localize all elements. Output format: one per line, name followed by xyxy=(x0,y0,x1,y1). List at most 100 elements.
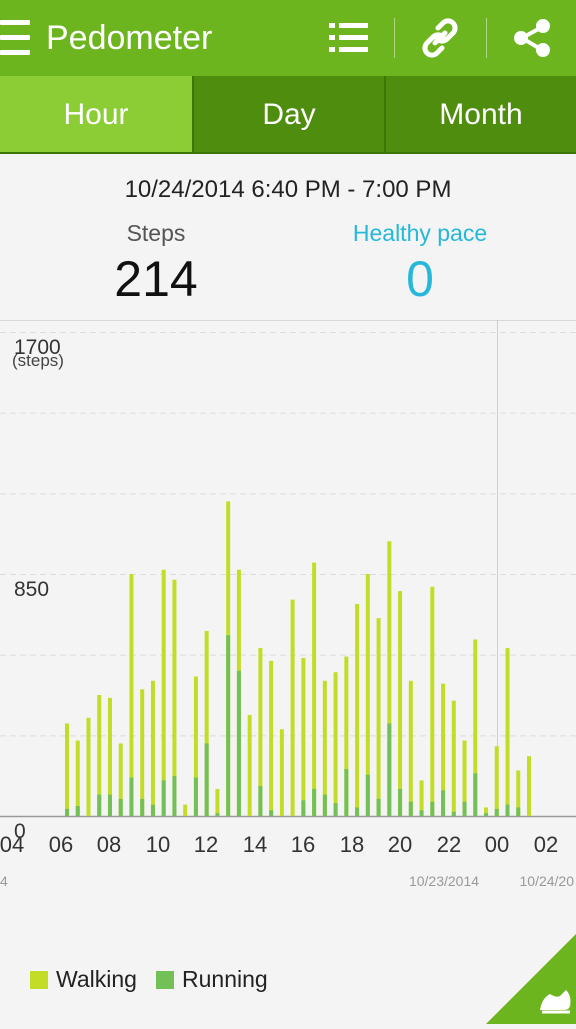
walking-bar xyxy=(86,717,91,816)
menu-icon[interactable] xyxy=(0,20,30,56)
x-tick-label: 04 xyxy=(0,832,24,857)
walking-bar xyxy=(279,729,284,816)
running-bar xyxy=(172,776,177,816)
date-label: 10/23/2014 xyxy=(409,873,479,889)
running-bar xyxy=(333,803,338,816)
running-bar xyxy=(204,743,209,816)
running-bar xyxy=(344,769,349,816)
app-title: Pedometer xyxy=(46,19,213,57)
shoe-icon[interactable] xyxy=(486,934,576,1024)
running-bar xyxy=(312,788,317,816)
running-bar xyxy=(408,801,413,816)
x-tick-label: 20 xyxy=(388,832,412,857)
selected-period: 10/24/2014 6:40 PM - 7:00 PM xyxy=(124,176,452,203)
walking-bar xyxy=(183,804,188,816)
toolbar-separator xyxy=(486,18,487,58)
running-swatch xyxy=(156,971,174,989)
legend-walking: Walking xyxy=(30,966,137,993)
running-bar xyxy=(150,804,155,816)
walking-bar xyxy=(247,714,252,816)
walking-bar xyxy=(408,680,413,816)
x-tick-label: 14 xyxy=(243,832,267,857)
walking-swatch xyxy=(30,971,48,989)
running-bar xyxy=(441,790,446,816)
toolbar-separator xyxy=(394,18,395,58)
walking-bar xyxy=(312,562,317,816)
running-bar xyxy=(226,635,231,816)
running-bar xyxy=(258,786,263,816)
walking-bar xyxy=(215,788,220,816)
running-bar xyxy=(301,800,306,816)
walking-bar xyxy=(451,700,456,816)
running-bar xyxy=(451,811,456,816)
running-bar xyxy=(322,794,327,816)
running-bar xyxy=(398,788,403,816)
running-bar xyxy=(215,813,220,816)
x-tick-label: 16 xyxy=(291,832,315,857)
running-bar xyxy=(269,810,274,816)
running-bar xyxy=(97,794,102,816)
legend-running: Running xyxy=(156,966,268,993)
tab-month[interactable]: Month xyxy=(384,76,576,154)
x-tick-label: 06 xyxy=(49,832,73,857)
running-bar xyxy=(419,810,424,816)
running-bar xyxy=(193,777,198,816)
date-label: 10/24/20 xyxy=(520,873,575,889)
period-tabs: Hour Day Month xyxy=(0,76,576,154)
tab-hour[interactable]: Hour xyxy=(0,76,192,154)
walking-bar xyxy=(301,657,306,816)
walking-bar xyxy=(398,591,403,816)
running-bar xyxy=(494,808,499,816)
running-bar xyxy=(376,798,381,816)
running-bar xyxy=(505,804,510,816)
x-tick-label: 12 xyxy=(194,832,218,857)
y-tick-label: 850 xyxy=(14,578,49,601)
y-axis-unit: (steps) xyxy=(12,351,64,370)
walking-bar xyxy=(75,740,80,816)
running-bar xyxy=(365,774,370,816)
walking-bar xyxy=(333,672,338,816)
x-tick-label: 10 xyxy=(146,832,170,857)
walking-bar xyxy=(430,586,435,816)
steps-value: 214 xyxy=(114,251,198,307)
steps-chart[interactable]: 17008500(steps)04 06 08 10 12 14 16 18 20 22 00 024… xyxy=(0,320,576,900)
running-bar xyxy=(107,794,112,816)
walking-bar xyxy=(505,648,510,816)
share-icon[interactable] xyxy=(508,14,556,62)
link-icon[interactable] xyxy=(416,14,464,62)
x-tick-label: 00 xyxy=(485,832,509,857)
walking-bar xyxy=(269,660,274,816)
walking-bar xyxy=(355,603,360,816)
walking-bar xyxy=(290,599,295,816)
running-bar xyxy=(430,801,435,816)
running-bar xyxy=(118,798,123,816)
walking-bar xyxy=(527,756,531,816)
app-bar: Pedometer xyxy=(0,0,576,76)
walking-bar xyxy=(65,723,69,816)
x-tick-label: 22 xyxy=(437,832,461,857)
running-bar xyxy=(473,773,478,816)
running-bar xyxy=(140,798,145,816)
list-icon[interactable] xyxy=(324,14,372,62)
steps-label: Steps xyxy=(126,220,186,246)
legend-walking-label: Walking xyxy=(56,966,137,992)
running-bar xyxy=(387,723,392,816)
date-label: 4 xyxy=(0,873,8,889)
walking-bar xyxy=(150,680,155,816)
running-bar xyxy=(484,813,489,816)
walking-bar xyxy=(494,746,499,816)
walking-bar xyxy=(376,618,381,816)
healthy-pace-value: 0 xyxy=(406,251,434,307)
running-bar xyxy=(236,670,241,816)
x-tick-label: 02 xyxy=(534,832,558,857)
x-tick-label: 08 xyxy=(97,832,121,857)
running-bar xyxy=(129,777,134,816)
running-bar xyxy=(65,808,69,816)
running-bar xyxy=(516,807,521,816)
running-bar xyxy=(75,806,80,816)
walking-bar xyxy=(140,689,145,816)
healthy-pace-label: Healthy pace xyxy=(352,220,488,246)
running-bar xyxy=(462,801,467,816)
running-bar xyxy=(355,807,360,816)
tab-day[interactable]: Day xyxy=(192,76,384,154)
